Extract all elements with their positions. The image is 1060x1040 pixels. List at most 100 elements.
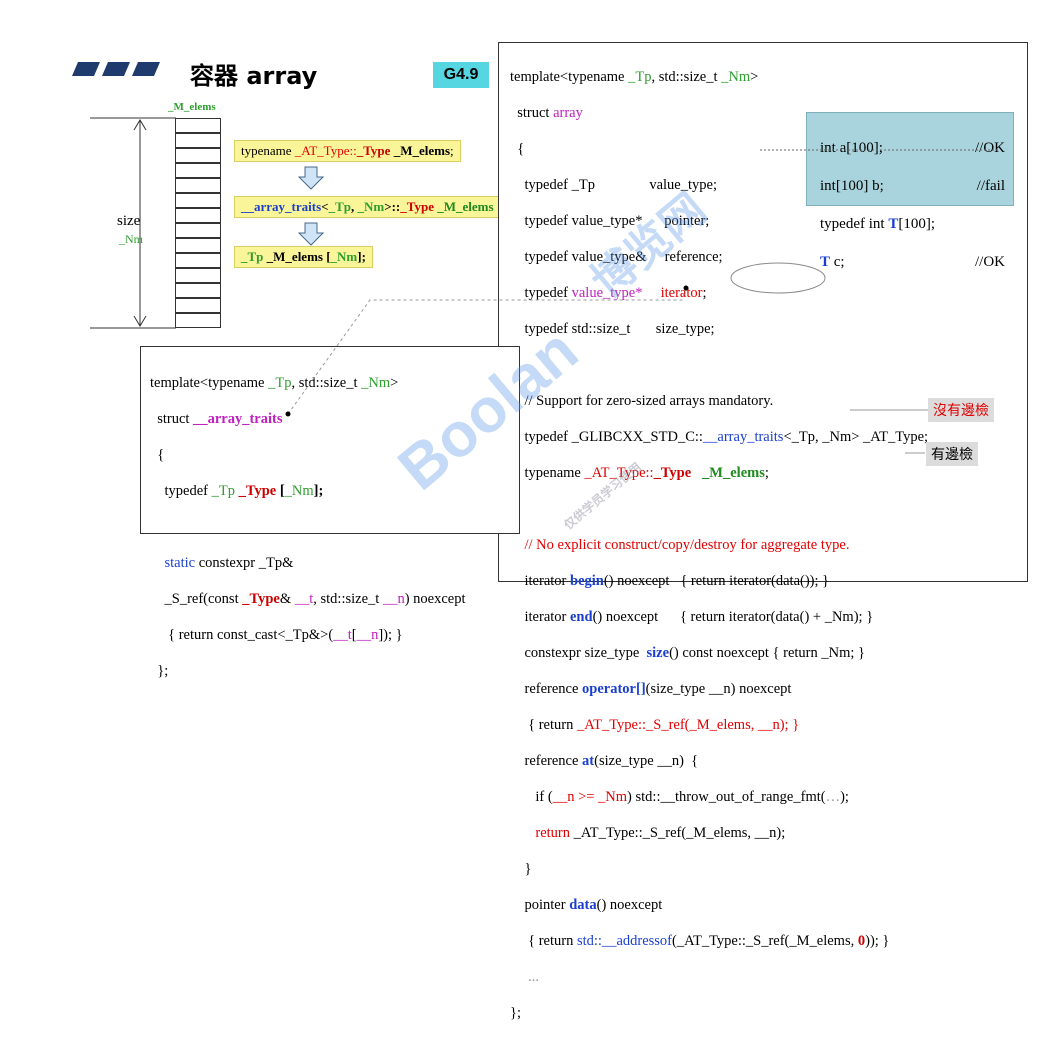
code-line: iterator begin() noexcept { return itera… [510, 572, 928, 590]
array-traits-type-box: __array_traits<_Tp, _Nm>::_Type _M_elems [234, 196, 534, 218]
code-line: } [510, 860, 928, 878]
code-text: _Type [653, 465, 692, 481]
code-line: }; [150, 662, 466, 680]
note-line: T c; //OK [820, 253, 1005, 272]
box-text: _Nm [357, 199, 385, 214]
box-text: _Tp [241, 249, 264, 264]
array-cell [175, 193, 221, 208]
code-line: // No explicit construct/copy/destroy fo… [510, 536, 928, 554]
box-text: ; [450, 143, 454, 158]
code-text: __n >= _Nm [552, 789, 628, 805]
note-line: typedef int T[100]; [820, 215, 1005, 234]
code-text: () noexcept [596, 897, 663, 913]
array-cell [175, 178, 221, 193]
code-line: static constexpr _Tp& [150, 554, 466, 572]
no-check-connector [850, 409, 928, 411]
code-line: typedef _GLIBCXX_STD_C::__array_traits<_… [510, 428, 929, 446]
code-text: _Type [242, 591, 280, 607]
code-text: , std::size_t [313, 591, 383, 607]
no-check-tag: 沒有邊檢 [928, 398, 994, 422]
array-cell [175, 118, 221, 133]
code-text: __n [356, 627, 379, 643]
code-text: _Type [238, 483, 277, 499]
code-line: _S_ref(const _Type& __t, std::size_t __n… [150, 590, 466, 608]
code-text: ; [702, 285, 707, 301]
has-check-connector [905, 452, 925, 454]
code-text: iterator [510, 609, 570, 625]
code-line: ... [510, 968, 928, 986]
array-cell [175, 268, 221, 283]
code-text: constexpr _Tp& [195, 555, 294, 571]
code-text: typedef _GLIBCXX_STD_C:: [510, 429, 703, 445]
note-text: [100]; [898, 216, 936, 232]
array-cell [175, 223, 221, 238]
code-text: , std::size_t [651, 69, 722, 85]
note-text: T [820, 254, 831, 270]
code-text: return [535, 825, 570, 841]
box-text: _Type [356, 143, 391, 158]
code-text: // No explicit construct/copy/destroy fo… [510, 537, 850, 553]
code-text: constexpr size_type [510, 645, 647, 661]
code-line: }; [510, 1004, 928, 1022]
code-text: static [164, 555, 196, 571]
code-text: () noexcept { return iterator(data()); } [603, 573, 830, 589]
box-text: _M_elems [390, 143, 450, 158]
code-line: iterator end() noexcept { return iterato… [510, 608, 928, 626]
note-text: typedef int [820, 216, 889, 232]
box-text: __array_traits [241, 199, 322, 214]
code-text: _Nm [721, 69, 751, 85]
code-line: reference operator[](size_type __n) noex… [510, 680, 928, 698]
code-text: iterator [510, 573, 570, 589]
code-line: constexpr size_type size() const noexcep… [510, 644, 928, 662]
fail-strike-line [760, 149, 998, 151]
code-text: _Nm [284, 483, 314, 499]
code-text: 0 [857, 933, 866, 949]
code-text: )); } [865, 933, 890, 949]
code-text: template<typename [510, 69, 629, 85]
code-text: (size_type __n) noexcept [645, 681, 792, 697]
array-cell [175, 313, 221, 328]
code-text: __t [333, 627, 352, 643]
code-text: __array_traits [702, 429, 784, 445]
code-text: end [570, 609, 593, 625]
code-line: { return std::__addressof(_AT_Type::_S_r… [510, 932, 928, 950]
code-text: ]); } [378, 627, 403, 643]
code-line: { return _AT_Type::_S_ref(_M_elems, __n)… [510, 716, 928, 734]
code-text: at [582, 753, 595, 769]
array-cell [175, 253, 221, 268]
version-badge: G4.9 [433, 62, 489, 88]
code-text: _Tp [211, 483, 235, 499]
code-text: reference [510, 753, 583, 769]
code-text: typename [510, 465, 585, 481]
code-text: ) std::__throw_out_of_range_fmt( [627, 789, 826, 805]
code-text: }; [510, 1005, 521, 1021]
size-label: size [117, 213, 141, 229]
array-cell [175, 298, 221, 313]
note-text: int[100] b; [820, 178, 884, 194]
box-text: _Type [400, 199, 434, 214]
code-text: _AT_Type::_S_ref(_M_elems, __n); } [576, 717, 800, 733]
code-text: … [825, 789, 841, 805]
code-text: & [279, 591, 295, 607]
code-text: { return [510, 717, 577, 733]
array-cell [175, 163, 221, 178]
has-check-tag: 有邊檢 [926, 442, 978, 466]
code-text: _Tp [628, 69, 652, 85]
typename-type-box: typename _AT_Type::_Type _M_elems; [234, 140, 461, 162]
code-line: pointer data() noexcept [510, 896, 928, 914]
code-text: struct [510, 105, 554, 121]
code-text: if ( [510, 789, 553, 805]
code-spacer [150, 518, 466, 536]
code-text: { return const_cast<_Tp&>( [150, 627, 334, 643]
code-text: }; [150, 663, 169, 679]
title-bars-svg [72, 62, 160, 76]
code-text: begin [570, 573, 604, 589]
code-line: template<typename _Tp, std::size_t _Nm> [510, 68, 928, 86]
down-arrow-icon [298, 166, 324, 190]
box-text: _AT_Type:: [294, 143, 357, 158]
box-text: typename [241, 143, 295, 158]
code-text: ); [840, 789, 849, 805]
note-text: T [888, 216, 899, 232]
down-arrow-icon [298, 222, 324, 246]
code-text: } [510, 861, 532, 877]
